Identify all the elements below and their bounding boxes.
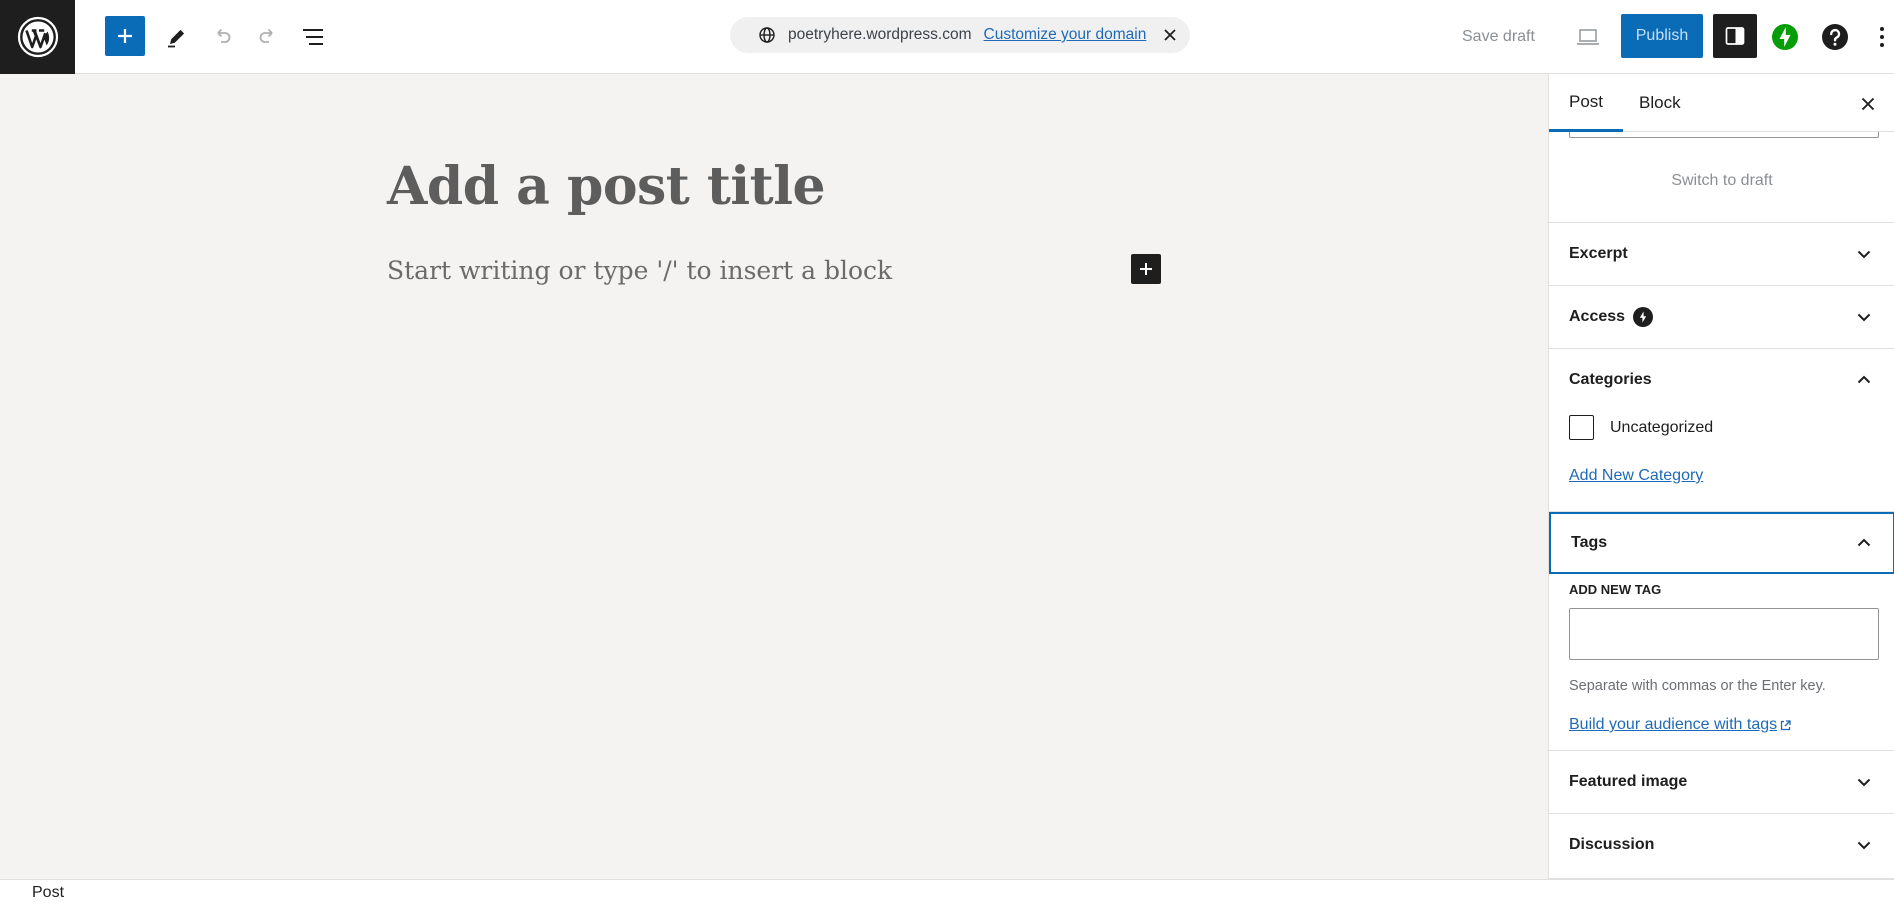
undo-icon xyxy=(217,28,231,43)
panel-categories: Categories Uncategorized Add New Categor… xyxy=(1549,348,1894,511)
options-menu-button[interactable] xyxy=(1870,18,1894,56)
panel-access: Access xyxy=(1549,285,1894,348)
block-breadcrumb-bar: Post xyxy=(0,879,1894,904)
panel-categories-title: Categories xyxy=(1569,371,1652,388)
chevron-up-icon xyxy=(1857,375,1871,384)
editor-header: poetryhere.wordpress.com Customize your … xyxy=(0,0,1894,74)
sidebar-icon xyxy=(1725,27,1745,45)
panel-tags-title: Tags xyxy=(1571,534,1608,551)
panel-access-title: Access xyxy=(1569,308,1626,325)
jetpack-button[interactable] xyxy=(1766,18,1804,56)
jetpack-bolt-icon xyxy=(1633,307,1654,327)
tab-post[interactable]: Post xyxy=(1549,74,1624,132)
domain-banner: poetryhere.wordpress.com Customize your … xyxy=(730,17,1190,53)
editor-canvas: Add a post title Start writing or type '… xyxy=(0,74,1548,879)
jetpack-bolt-icon xyxy=(1772,24,1798,50)
chevron-down-icon xyxy=(1857,250,1871,259)
settings-toggle-button[interactable] xyxy=(1713,14,1757,58)
switch-to-draft-button[interactable]: Switch to draft xyxy=(1549,172,1894,190)
chevron-down-icon xyxy=(1857,778,1871,787)
chevron-up-icon xyxy=(1857,538,1871,547)
add-new-tag-label: ADD NEW TAG xyxy=(1569,582,1662,597)
panel-discussion-title: Discussion xyxy=(1569,836,1655,853)
tag-help-text: Separate with commas or the Enter key. xyxy=(1569,678,1826,694)
inline-add-block-button[interactable] xyxy=(1131,254,1161,284)
document-overview-icon xyxy=(303,29,323,45)
wordpress-logo-icon[interactable] xyxy=(0,0,75,74)
build-audience-link[interactable]: Build your audience with tags xyxy=(1569,716,1792,734)
sidebar-tabs: Post Block xyxy=(1549,74,1894,132)
panel-tags-toggle[interactable]: Tags xyxy=(1549,512,1894,574)
panel-discussion: Discussion xyxy=(1549,813,1894,879)
panel-categories-toggle[interactable]: Categories xyxy=(1549,349,1894,411)
redo-button[interactable] xyxy=(249,18,287,56)
add-block-button[interactable] xyxy=(105,16,145,56)
help-button[interactable] xyxy=(1816,18,1854,56)
preview-button[interactable] xyxy=(1569,18,1607,56)
pencil-icon xyxy=(168,29,185,48)
close-sidebar-button[interactable] xyxy=(1855,91,1881,117)
post-title-input[interactable]: Add a post title xyxy=(387,156,826,217)
help-icon xyxy=(1822,24,1848,50)
tools-button[interactable] xyxy=(158,18,196,56)
close-icon xyxy=(1861,97,1875,111)
redo-icon xyxy=(259,28,273,43)
panel-discussion-toggle[interactable]: Discussion xyxy=(1549,814,1894,876)
panel-featured-image: Featured image xyxy=(1549,750,1894,813)
chevron-down-icon xyxy=(1857,841,1871,850)
add-new-tag-input[interactable] xyxy=(1569,608,1879,660)
category-label: Uncategorized xyxy=(1610,418,1714,436)
site-domain: poetryhere.wordpress.com xyxy=(788,26,972,43)
dismiss-domain-banner-button[interactable] xyxy=(1160,25,1180,45)
plus-icon xyxy=(118,29,132,43)
more-vertical-icon xyxy=(1880,27,1884,47)
panel-featured-image-toggle[interactable]: Featured image xyxy=(1549,751,1894,813)
panel-access-toggle[interactable]: Access xyxy=(1549,286,1894,348)
customize-domain-link[interactable]: Customize your domain xyxy=(984,26,1147,44)
globe-icon xyxy=(759,27,775,43)
laptop-icon xyxy=(1577,29,1599,45)
category-checkbox[interactable] xyxy=(1569,415,1594,440)
plus-icon xyxy=(1140,263,1152,275)
panel-excerpt: Excerpt xyxy=(1549,222,1894,285)
panel-excerpt-title: Excerpt xyxy=(1569,245,1628,262)
chevron-down-icon xyxy=(1857,313,1871,322)
tab-block[interactable]: Block xyxy=(1619,74,1701,132)
undo-button[interactable] xyxy=(203,18,241,56)
post-body-placeholder[interactable]: Start writing or type '/' to insert a bl… xyxy=(387,256,892,285)
settings-sidebar: Post Block Switch to draft Excerpt Acces… xyxy=(1548,74,1894,879)
publish-button[interactable]: Publish xyxy=(1621,14,1703,58)
breadcrumb-post[interactable]: Post xyxy=(32,884,64,902)
panel-featured-image-title: Featured image xyxy=(1569,773,1688,790)
save-draft-button[interactable]: Save draft xyxy=(1462,22,1535,52)
document-overview-button[interactable] xyxy=(294,18,332,56)
category-item: Uncategorized xyxy=(1569,415,1713,440)
panel-tags: Tags ADD NEW TAG Separate with commas or… xyxy=(1549,511,1894,750)
panel-excerpt-toggle[interactable]: Excerpt xyxy=(1549,223,1894,285)
add-new-category-link[interactable]: Add New Category xyxy=(1569,467,1703,485)
close-icon xyxy=(1164,29,1176,41)
external-link-icon xyxy=(1780,719,1791,730)
build-audience-link-label: Build your audience with tags xyxy=(1569,716,1778,733)
